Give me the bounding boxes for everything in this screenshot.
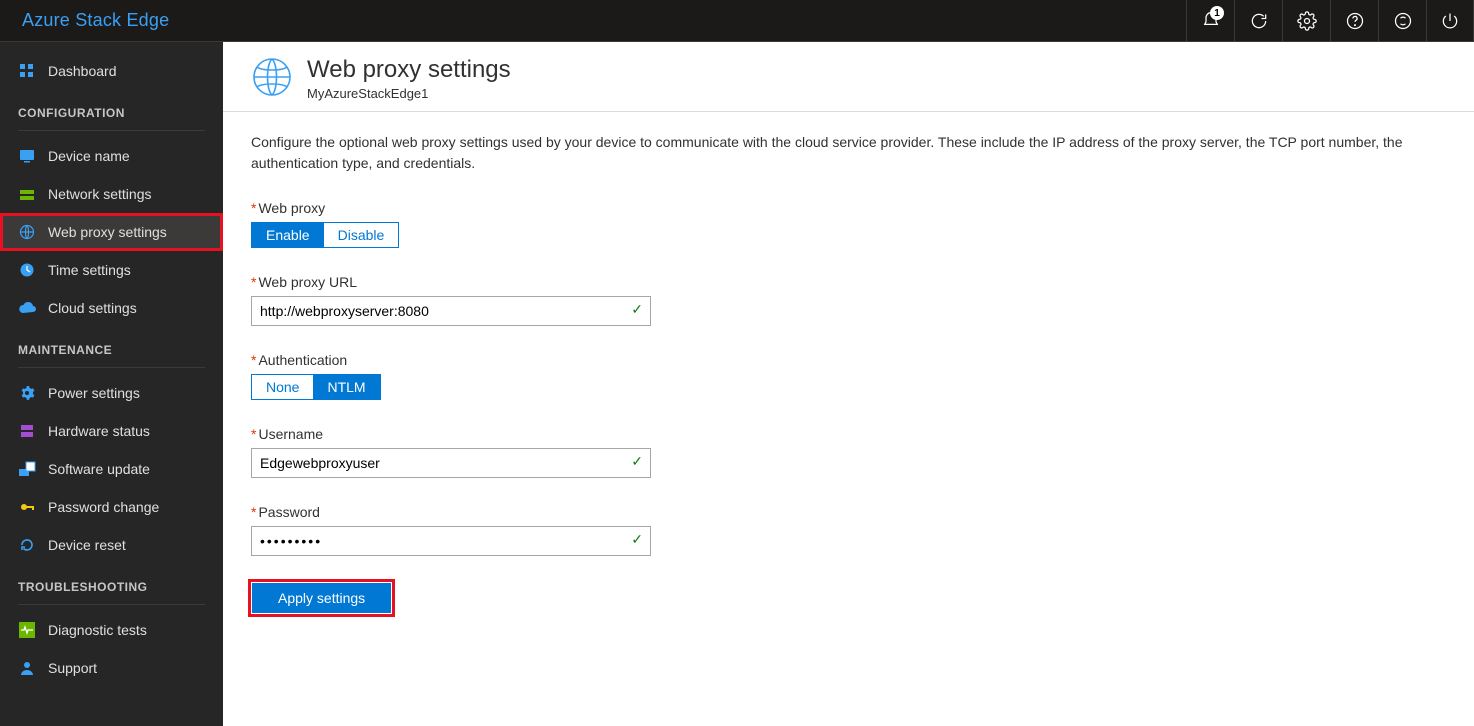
disable-button[interactable]: Disable — [324, 223, 399, 247]
sidebar-item-label: Password change — [48, 499, 159, 515]
web-proxy-url-input[interactable] — [251, 296, 651, 326]
sidebar-item-label: Diagnostic tests — [48, 622, 147, 638]
key-icon — [18, 498, 36, 516]
dashboard-icon — [18, 62, 36, 80]
sidebar-item-label: Software update — [48, 461, 150, 477]
sidebar-item-label: Device name — [48, 148, 130, 164]
notification-badge: 1 — [1210, 6, 1224, 20]
sidebar-item-dashboard[interactable]: Dashboard — [0, 52, 223, 90]
sidebar-item-software-update[interactable]: Software update — [0, 450, 223, 488]
field-web-proxy: *Web proxy Enable Disable — [251, 200, 1474, 248]
sidebar-item-diagnostic-tests[interactable]: Diagnostic tests — [0, 611, 223, 649]
sidebar-item-time-settings[interactable]: Time settings — [0, 251, 223, 289]
sidebar-item-label: Support — [48, 660, 97, 676]
brand-title: Azure Stack Edge — [0, 10, 169, 31]
check-icon: ✓ — [631, 301, 643, 318]
divider — [18, 130, 205, 131]
sidebar-section-configuration: CONFIGURATION — [0, 90, 223, 126]
field-web-proxy-url: *Web proxy URL ✓ — [251, 274, 1474, 326]
sidebar-item-web-proxy-settings[interactable]: Web proxy settings — [0, 213, 223, 251]
intro-text: Configure the optional web proxy setting… — [251, 132, 1474, 174]
clock-icon — [18, 261, 36, 279]
auth-toggle: None NTLM — [251, 374, 381, 400]
field-username: *Username ✓ — [251, 426, 1474, 478]
apply-highlight: Apply settings — [251, 582, 392, 614]
sidebar-item-label: Device reset — [48, 537, 126, 553]
sidebar-item-label: Hardware status — [48, 423, 150, 439]
monitor-icon — [18, 147, 36, 165]
update-icon — [18, 460, 36, 478]
field-authentication: *Authentication None NTLM — [251, 352, 1474, 400]
check-icon: ✓ — [631, 453, 643, 470]
field-label: *Web proxy URL — [251, 274, 1474, 290]
sidebar: Dashboard CONFIGURATION Device name Netw… — [0, 42, 223, 726]
cloud-icon — [18, 299, 36, 317]
topbar: Azure Stack Edge 1 — [0, 0, 1474, 42]
sidebar-item-network-settings[interactable]: Network settings — [0, 175, 223, 213]
gear-icon — [18, 384, 36, 402]
sidebar-item-label: Cloud settings — [48, 300, 137, 316]
field-label: *Web proxy — [251, 200, 1474, 216]
pulse-icon — [18, 621, 36, 639]
sidebar-item-label: Power settings — [48, 385, 140, 401]
sidebar-section-maintenance: MAINTENANCE — [0, 327, 223, 363]
page-title: Web proxy settings — [307, 56, 511, 84]
settings-button[interactable] — [1282, 0, 1330, 41]
sidebar-item-label: Network settings — [48, 186, 151, 202]
enable-button[interactable]: Enable — [252, 223, 324, 247]
username-input[interactable] — [251, 448, 651, 478]
password-input[interactable] — [251, 526, 651, 556]
main-area: Web proxy settings MyAzureStackEdge1 Con… — [223, 42, 1474, 726]
topbar-actions: 1 — [1186, 0, 1474, 41]
sidebar-item-hardware-status[interactable]: Hardware status — [0, 412, 223, 450]
divider — [18, 604, 205, 605]
layout-row: Dashboard CONFIGURATION Device name Netw… — [0, 42, 1474, 726]
field-label: *Username — [251, 426, 1474, 442]
sidebar-section-troubleshooting: TROUBLESHOOTING — [0, 564, 223, 600]
help-button[interactable] — [1330, 0, 1378, 41]
sidebar-item-device-name[interactable]: Device name — [0, 137, 223, 175]
field-password: *Password ✓ — [251, 504, 1474, 556]
sidebar-item-device-reset[interactable]: Device reset — [0, 526, 223, 564]
check-icon: ✓ — [631, 531, 643, 548]
sidebar-item-cloud-settings[interactable]: Cloud settings — [0, 289, 223, 327]
network-icon — [18, 185, 36, 203]
sidebar-item-label: Time settings — [48, 262, 131, 278]
auth-ntlm-button[interactable]: NTLM — [313, 375, 379, 399]
field-label: *Authentication — [251, 352, 1474, 368]
notifications-button[interactable]: 1 — [1186, 0, 1234, 41]
person-icon — [18, 659, 36, 677]
feedback-button[interactable] — [1378, 0, 1426, 41]
page-subtitle: MyAzureStackEdge1 — [307, 86, 511, 101]
divider — [18, 367, 205, 368]
globe-icon — [251, 56, 293, 98]
power-button[interactable] — [1426, 0, 1474, 41]
sidebar-item-label: Dashboard — [48, 63, 117, 79]
field-label: *Password — [251, 504, 1474, 520]
sidebar-item-label: Web proxy settings — [48, 224, 167, 240]
sidebar-item-support[interactable]: Support — [0, 649, 223, 687]
globe-icon — [18, 223, 36, 241]
web-proxy-toggle: Enable Disable — [251, 222, 399, 248]
reset-icon — [18, 536, 36, 554]
server-icon — [18, 422, 36, 440]
sidebar-item-password-change[interactable]: Password change — [0, 488, 223, 526]
auth-none-button[interactable]: None — [252, 375, 313, 399]
sidebar-item-power-settings[interactable]: Power settings — [0, 374, 223, 412]
apply-settings-button[interactable]: Apply settings — [252, 583, 391, 613]
refresh-button[interactable] — [1234, 0, 1282, 41]
app-root: { "header": { "brand": "Azure Stack Edge… — [0, 0, 1474, 726]
content: Configure the optional web proxy setting… — [223, 112, 1474, 634]
page-header: Web proxy settings MyAzureStackEdge1 — [223, 42, 1474, 112]
